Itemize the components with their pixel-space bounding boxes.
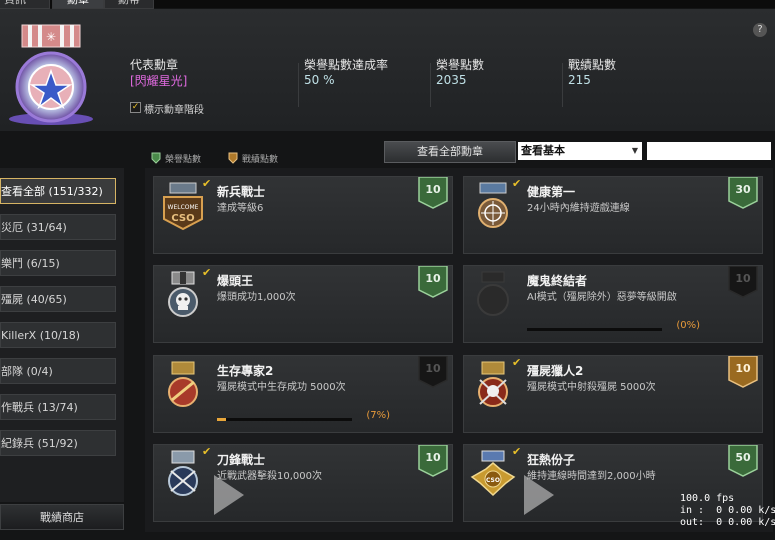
medal-card[interactable]: ✔ 爆頭王 爆頭成功1,000次 10 bbox=[153, 265, 453, 343]
sidebar-item-calamity[interactable]: 災厄 (31/64) bbox=[0, 214, 116, 240]
progress-text: (0%) bbox=[676, 320, 700, 331]
completed-check-icon: ✔ bbox=[512, 356, 522, 369]
locked-medal-icon bbox=[477, 271, 509, 316]
medal-description: 殭屍模式中射殺殭屍 5000次 bbox=[527, 382, 656, 393]
honor-rate-value: 50 % bbox=[304, 73, 335, 87]
medal-summary-header: ✳ 代表勳章 [閃耀星光] ✓ 標示勳章階段 榮譽點數達成率 50 % 榮譽點數… bbox=[0, 9, 775, 131]
medal-description: AI模式（殭屍除外）惡夢等級開啟 bbox=[527, 292, 677, 303]
show-level-label: 標示勳章階段 bbox=[144, 105, 204, 116]
battle-ribbon-icon bbox=[728, 356, 758, 388]
sidebar-item-combat[interactable]: 作戰兵 (13/74) bbox=[0, 394, 116, 420]
view-filter-value: 查看基本 bbox=[521, 144, 565, 157]
tab-info[interactable]: 資訊 bbox=[0, 0, 50, 9]
chevron-down-icon: ▼ bbox=[631, 146, 638, 155]
help-icon[interactable]: ? bbox=[753, 23, 767, 37]
medal-card[interactable]: ✔ 殭屍獵人2 殭屍模式中射殺殭屍 5000次 10 bbox=[463, 355, 763, 433]
battle-shield-icon bbox=[228, 152, 238, 164]
locked-ribbon-icon bbox=[418, 356, 448, 388]
honor-rate-label: 榮譽點數達成率 bbox=[304, 58, 389, 72]
progress-bar bbox=[527, 328, 662, 331]
crossed-blades-medal-icon bbox=[168, 450, 198, 496]
medal-grid: WELCOME CSO ✔ 新兵戰士 達成等級6 10 ✔ 健康第一 24小時內… bbox=[145, 168, 773, 532]
completed-check-icon: ✔ bbox=[202, 266, 212, 279]
honor-ribbon-icon bbox=[418, 266, 448, 298]
completed-check-icon: ✔ bbox=[512, 445, 522, 458]
crosshair-medal-icon bbox=[478, 182, 508, 228]
sidebar-item-zombie[interactable]: 殭屍 (40/65) bbox=[0, 286, 116, 312]
svg-text:✳: ✳ bbox=[46, 30, 56, 44]
medal-description: 達成等級6 bbox=[217, 203, 264, 214]
honor-ribbon-icon bbox=[728, 445, 758, 477]
divider bbox=[298, 63, 299, 107]
progress-text: (7%) bbox=[366, 410, 390, 421]
category-sidebar: 查看全部 (151/332) 災厄 (31/64) 樂鬥 (6/15) 殭屍 (… bbox=[0, 168, 124, 502]
completed-check-icon: ✔ bbox=[202, 445, 212, 458]
medal-title: 健康第一 bbox=[527, 185, 576, 199]
skull-crossed-medal-icon bbox=[478, 361, 508, 407]
battle-shop-button[interactable]: 戰績商店 bbox=[0, 504, 124, 530]
net-out-line: out: 0 0.00 k/s bbox=[680, 517, 775, 528]
progress-fill bbox=[217, 418, 227, 421]
completed-check-icon: ✔ bbox=[202, 177, 212, 190]
battle-points-value: 215 bbox=[568, 73, 591, 87]
honor-shield-icon bbox=[151, 152, 161, 164]
sidebar-item-all[interactable]: 查看全部 (151/332) bbox=[0, 178, 116, 204]
honor-ribbon-icon bbox=[728, 177, 758, 209]
view-all-medals-button[interactable]: 查看全部勳章 bbox=[384, 141, 516, 163]
tab-strip: 資訊 勳章 勳帶 bbox=[0, 0, 775, 9]
legend-honor: 榮譽點數 bbox=[165, 155, 202, 165]
honor-points-value: 2035 bbox=[436, 73, 467, 87]
progress-bar bbox=[217, 418, 352, 421]
gold-wings-medal-icon: CSO bbox=[470, 450, 516, 497]
sidebar-item-fun[interactable]: 樂鬥 (6/15) bbox=[0, 250, 116, 276]
play-arrow-icon bbox=[524, 475, 554, 515]
rep-medal-value: [閃耀星光] bbox=[130, 74, 188, 88]
play-arrow-icon bbox=[214, 475, 244, 515]
medal-card[interactable]: ✔ 健康第一 24小時內維持遊戲連線 30 bbox=[463, 176, 763, 254]
tab-medals[interactable]: 勳章 bbox=[52, 0, 104, 9]
view-filter-select[interactable]: 查看基本 ▼ bbox=[518, 142, 642, 160]
medal-title: 魔鬼終結者 bbox=[527, 274, 588, 288]
honor-ribbon-icon bbox=[418, 445, 448, 477]
medal-card[interactable]: 生存專家2 殭屍模式中生存成功 5000次 10 (7%) bbox=[153, 355, 453, 433]
medal-title: 殭屍獵人2 bbox=[527, 364, 584, 378]
fps-line: 100.0 fps bbox=[680, 493, 735, 504]
honor-points-label: 榮譽點數 bbox=[436, 58, 485, 72]
medal-title: 爆頭王 bbox=[217, 274, 254, 288]
representative-medal-icon: ✳ bbox=[9, 24, 93, 125]
medal-card[interactable]: WELCOME CSO ✔ 新兵戰士 達成等級6 10 bbox=[153, 176, 453, 254]
honor-ribbon-icon bbox=[418, 177, 448, 209]
medal-title: 刀鋒戰士 bbox=[217, 453, 266, 467]
medal-description: 爆頭成功1,000次 bbox=[217, 292, 296, 303]
medal-card[interactable]: 魔鬼終結者 AI模式（殭屍除外）惡夢等級開啟 10 (0%) bbox=[463, 265, 763, 343]
medal-description: 殭屍模式中生存成功 5000次 bbox=[217, 382, 346, 393]
search-input[interactable] bbox=[647, 142, 771, 160]
medal-title: 新兵戰士 bbox=[217, 185, 266, 199]
net-in-line: in : 0 0.00 k/s bbox=[680, 505, 775, 516]
fps-overlay: 100.0 fps in : 0 0.00 k/s out: 0 0.00 k/s bbox=[680, 493, 775, 529]
sidebar-item-killerx[interactable]: KillerX (10/18) bbox=[0, 322, 116, 348]
medal-title: 生存專家2 bbox=[217, 364, 274, 378]
welcome-badge-icon: WELCOME CSO bbox=[163, 182, 203, 231]
sidebar-item-record[interactable]: 紀錄兵 (51/92) bbox=[0, 430, 116, 456]
locked-ribbon-icon bbox=[728, 266, 758, 298]
tab-ribbons[interactable]: 勳帶 bbox=[104, 0, 154, 9]
divider bbox=[562, 63, 563, 107]
svg-text:WELCOME: WELCOME bbox=[168, 204, 199, 211]
sidebar-item-unit[interactable]: 部隊 (0/4) bbox=[0, 358, 116, 384]
skull-medal-icon bbox=[168, 271, 198, 317]
battle-points-label: 戰績點數 bbox=[568, 58, 617, 72]
completed-check-icon: ✔ bbox=[512, 177, 522, 190]
rep-medal-label: 代表勳章 bbox=[130, 58, 179, 72]
bullet-medal-icon bbox=[168, 361, 198, 407]
divider bbox=[430, 63, 431, 107]
legend-battle: 戰績點數 bbox=[242, 155, 279, 165]
svg-text:CSO: CSO bbox=[486, 477, 500, 484]
medal-description: 24小時內維持遊戲連線 bbox=[527, 203, 630, 214]
show-level-checkbox[interactable]: ✓ bbox=[130, 102, 141, 113]
svg-text:CSO: CSO bbox=[171, 213, 194, 224]
medal-card[interactable]: ✔ 刀鋒戰士 近戰武器擊殺10,000次 10 bbox=[153, 444, 453, 522]
medal-title: 狂熱份子 bbox=[527, 453, 576, 467]
